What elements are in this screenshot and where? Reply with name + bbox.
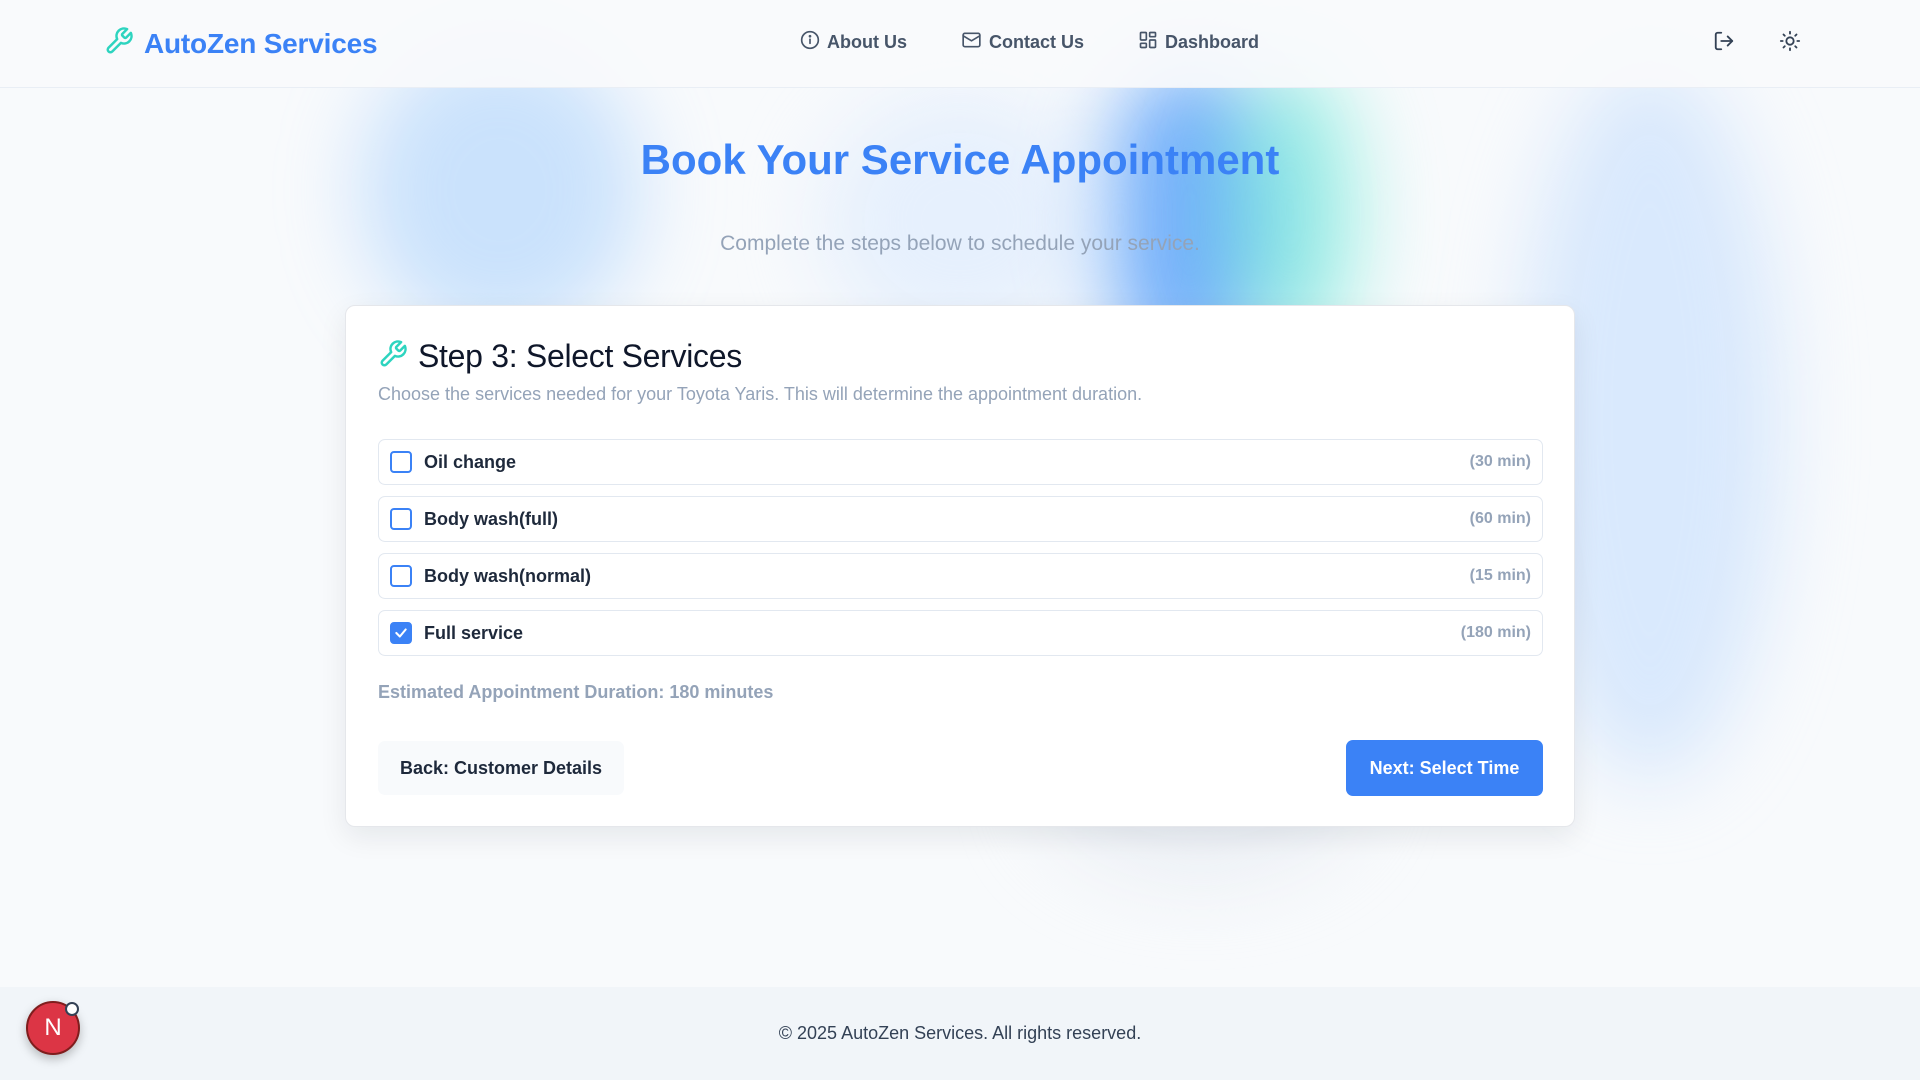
service-option-oil-change[interactable]: Oil change (30 min) (378, 439, 1543, 485)
logout-icon (1713, 30, 1735, 57)
service-duration: (60 min) (1469, 510, 1531, 527)
service-duration: (30 min) (1469, 453, 1531, 470)
service-name: Body wash(normal) (424, 565, 592, 586)
theme-toggle-button[interactable] (1777, 30, 1803, 56)
wrench-icon (378, 339, 408, 374)
top-navbar: AutoZen Services About Us Contact Us Das… (0, 0, 1920, 88)
avatar[interactable]: N (26, 1001, 80, 1055)
logout-button[interactable] (1711, 30, 1737, 56)
avatar-letter: N (44, 1014, 62, 1041)
step-header: Step 3: Select Services (378, 338, 742, 375)
nav-contact-us[interactable]: Contact Us (961, 30, 1084, 55)
nav-dashboard[interactable]: Dashboard (1138, 30, 1259, 55)
step-title: Step 3: Select Services (418, 338, 742, 374)
estimated-duration: Estimated Appointment Duration: 180 minu… (378, 682, 774, 702)
nav-about-label: About Us (827, 32, 907, 52)
nav-contact-label: Contact Us (989, 32, 1085, 52)
service-checkbox[interactable] (390, 622, 412, 644)
service-checkbox[interactable] (390, 508, 412, 530)
dashboard-grid-icon (1138, 30, 1158, 55)
sun-icon (1779, 30, 1801, 57)
next-button[interactable]: Next: Select Time (1346, 740, 1543, 796)
main-nav: About Us Contact Us Dashboard (800, 30, 1259, 55)
service-duration: (15 min) (1469, 567, 1531, 584)
service-checkbox[interactable] (390, 451, 412, 473)
back-button[interactable]: Back: Customer Details (378, 741, 624, 795)
service-name: Body wash(full) (424, 508, 558, 529)
brand-name: AutoZen Services (144, 27, 378, 59)
service-name: Oil change (424, 451, 517, 472)
notification-dot (65, 1002, 79, 1016)
wrench-icon (104, 26, 134, 61)
mail-icon (961, 30, 982, 55)
nav-about-us[interactable]: About Us (800, 30, 907, 55)
footer: © 2025 AutoZen Services. All rights rese… (0, 987, 1920, 1080)
booking-step-card: Step 3: Select Services Choose the servi… (345, 305, 1575, 827)
service-checkbox[interactable] (390, 565, 412, 587)
page-title: Book Your Service Appointment (640, 136, 1280, 183)
service-duration: (180 min) (1460, 624, 1531, 641)
check-icon (395, 628, 407, 638)
service-option-body-wash-normal[interactable]: Body wash(normal) (15 min) (378, 553, 1543, 599)
service-name: Full service (424, 622, 524, 643)
service-option-full-service[interactable]: Full service (180 min) (378, 610, 1543, 656)
page-subtitle: Complete the steps below to schedule you… (720, 232, 1200, 255)
service-list: Oil change (30 min) Body wash(full) (60 … (378, 439, 1543, 667)
footer-copyright: © 2025 AutoZen Services. All rights rese… (778, 1023, 1142, 1043)
info-icon (800, 30, 820, 55)
step-description: Choose the services needed for your Toyo… (378, 384, 1143, 404)
nav-dashboard-label: Dashboard (1165, 32, 1260, 52)
brand-logo-link[interactable]: AutoZen Services (104, 26, 378, 61)
service-option-body-wash-full[interactable]: Body wash(full) (60 min) (378, 496, 1543, 542)
